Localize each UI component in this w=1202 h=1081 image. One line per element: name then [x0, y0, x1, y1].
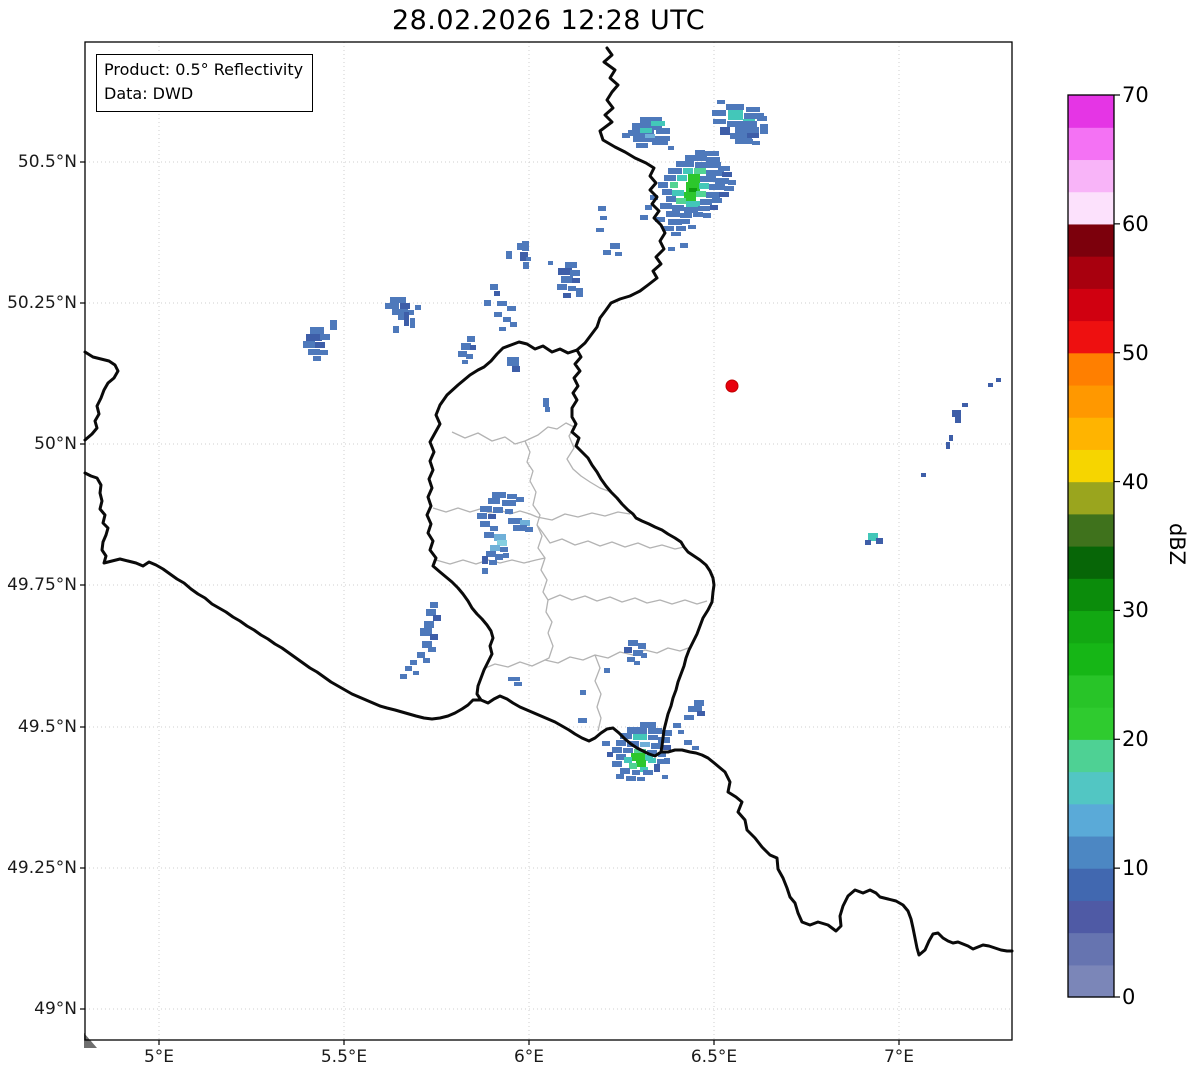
colorbar-segment: [1068, 384, 1114, 418]
colorbar-segment: [1068, 900, 1114, 934]
data-source-label: Data: DWD: [104, 84, 194, 103]
colorbar-segment: [1068, 610, 1114, 644]
colorbar-tick-label: 60: [1122, 211, 1149, 236]
colorbar-segment: [1068, 674, 1114, 708]
colorbar-segment: [1068, 95, 1114, 128]
colorbar-segment: [1068, 320, 1114, 354]
colorbar-segment: [1068, 127, 1114, 161]
colorbar-segment: [1068, 191, 1114, 225]
colorbar-segment: [1068, 835, 1114, 869]
colorbar-tick-label: 0: [1122, 985, 1136, 1009]
colorbar-segment: [1068, 546, 1114, 579]
colorbar-tick-label: 10: [1122, 856, 1149, 881]
colorbar-segment: [1068, 964, 1114, 998]
colorbar-segment: [1068, 223, 1114, 257]
colorbar-tick-label: 70: [1122, 83, 1149, 107]
colorbar-segment: [1068, 803, 1114, 837]
colorbar-segment: [1068, 868, 1114, 901]
colorbar-segment: [1068, 739, 1114, 773]
colorbar-canvas: [1067, 94, 1120, 998]
product-info-box: Product: 0.5° Reflectivity Data: DWD: [96, 54, 314, 112]
colorbar-segment: [1068, 481, 1114, 515]
colorbar-title: dBZ: [1165, 522, 1190, 566]
product-label: Product: 0.5° Reflectivity: [104, 60, 304, 79]
colorbar-segment: [1068, 159, 1114, 193]
colorbar-tick-label: 30: [1122, 598, 1149, 623]
colorbar-segment: [1068, 417, 1114, 450]
radar-figure: 28.02.2026 12:28 UTC Product: 0.5° Refle…: [0, 0, 1202, 1081]
colorbar-tick-label: 50: [1122, 340, 1149, 365]
colorbar-segment: [1068, 288, 1114, 322]
colorbar-segment: [1068, 771, 1114, 805]
colorbar-segment: [1068, 449, 1114, 483]
colorbar-segment: [1068, 642, 1114, 676]
colorbar-segment: [1068, 352, 1114, 386]
colorbar-segment: [1068, 513, 1114, 547]
colorbar-tick-label: 40: [1122, 469, 1149, 494]
colorbar-segment: [1068, 707, 1114, 740]
colorbar-segment: [1068, 932, 1114, 966]
colorbar-segment: [1068, 578, 1114, 612]
colorbar-segment: [1068, 256, 1114, 289]
colorbar-tick-label: 20: [1122, 727, 1149, 752]
